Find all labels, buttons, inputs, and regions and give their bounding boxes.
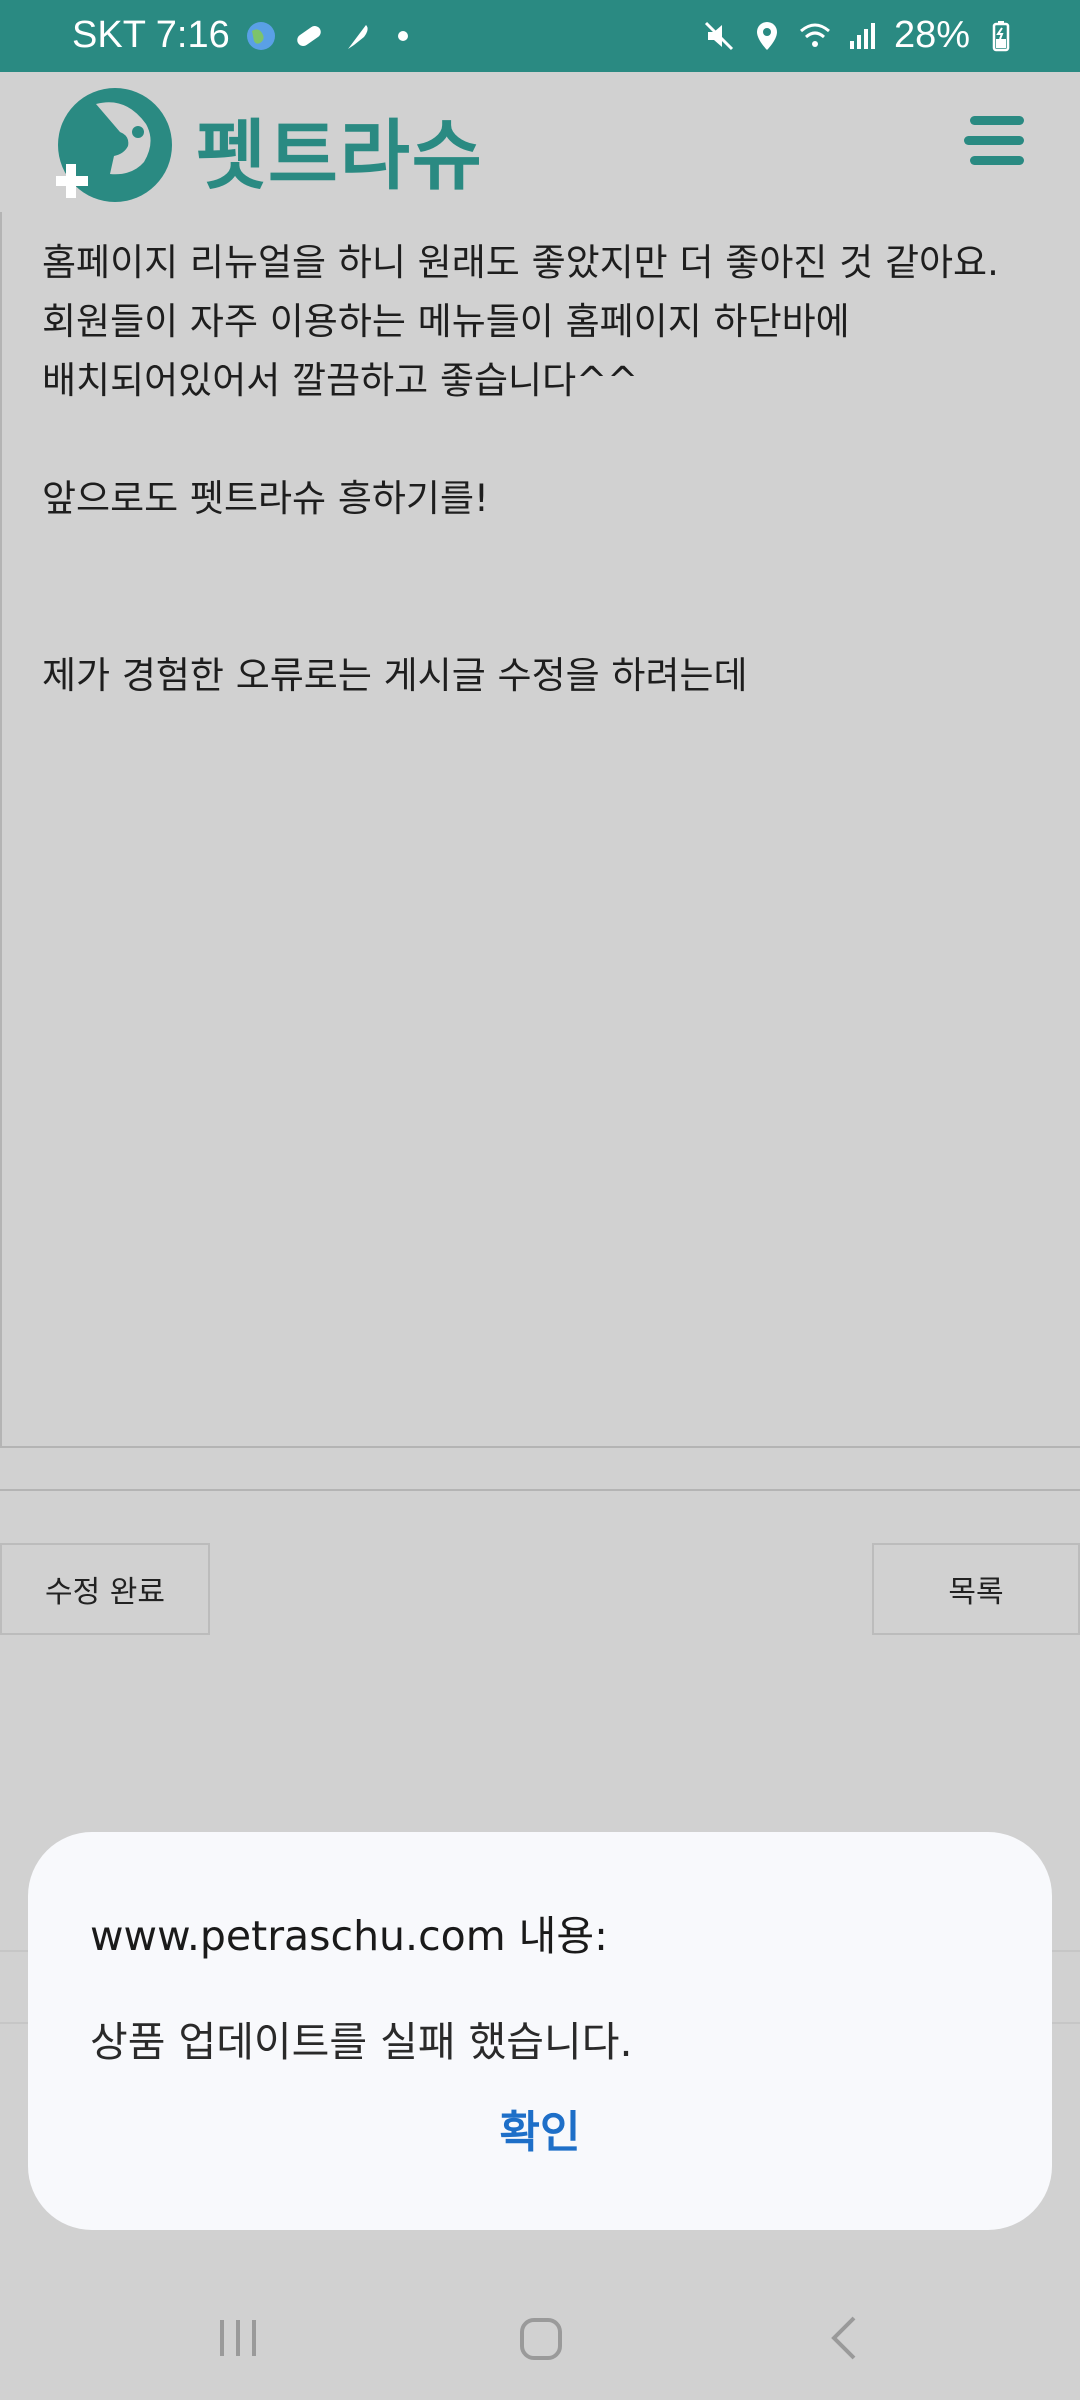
divider	[0, 1489, 1080, 1491]
mute-icon	[704, 21, 733, 50]
site-logo-text[interactable]: 펫트라슈	[196, 94, 484, 204]
status-right: 28%	[702, 14, 1018, 57]
editor-line: 홈페이지 리뉴얼을 하니 원래도 좋았지만 더 좋아진 것 같아요.	[42, 241, 999, 284]
pill-icon	[297, 25, 321, 46]
editor-line: 앞으로도 펫트라슈 흥하기를!	[42, 477, 489, 520]
dialog-ok-button[interactable]: 확인	[28, 2096, 1052, 2160]
dialog-message: 상품 업데이트를 실패 했습니다.	[90, 2018, 633, 2066]
status-bar: SKT 7:16 28%	[0, 0, 1080, 72]
editor-line: 회원들이 자주 이용하는 메뉴들이 홈페이지 하단바에	[42, 300, 850, 343]
alert-dialog: www.petraschu.com 내용: 상품 업데이트를 실패 했습니다. …	[28, 1832, 1052, 2230]
location-icon	[756, 21, 777, 50]
carrier-time: SKT 7:16	[72, 14, 230, 56]
system-nav-bar	[0, 2280, 1080, 2400]
battery-charging-icon	[992, 20, 1010, 51]
dialog-title: www.petraschu.com 내용:	[90, 1912, 608, 1960]
save-edit-button[interactable]: 수정 완료	[0, 1543, 210, 1635]
globe-icon	[246, 21, 275, 50]
site-header: 펫트라슈	[0, 72, 1080, 212]
hamburger-menu-icon[interactable]	[964, 116, 1024, 166]
post-content-editor[interactable]: 홈페이지 리뉴얼을 하니 원래도 좋았지만 더 좋아진 것 같아요. 회원들이 …	[0, 212, 1080, 1448]
notification-dot	[397, 30, 408, 41]
editor-line: 제가 경험한 오류로는 게시글 수정을 하려는데	[42, 654, 748, 697]
signal-icon	[849, 22, 875, 49]
feather-icon	[347, 24, 368, 49]
recent-apps-icon[interactable]	[216, 2310, 262, 2366]
status-left: SKT 7:16	[72, 14, 408, 57]
home-icon[interactable]	[518, 2310, 564, 2366]
battery-percent: 28%	[893, 14, 970, 56]
list-button[interactable]: 목록	[872, 1543, 1080, 1635]
back-icon[interactable]	[822, 2310, 868, 2366]
wifi-icon	[799, 23, 830, 47]
editor-line: 배치되어있어서 깔끔하고 좋습니다^^	[42, 359, 639, 402]
dog-medical-logo-icon[interactable]	[56, 86, 174, 204]
